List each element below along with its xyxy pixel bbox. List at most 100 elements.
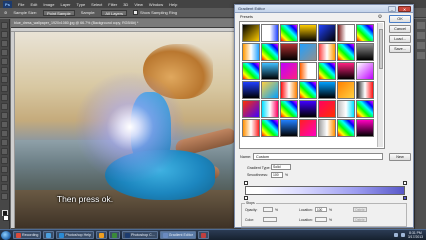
blur-tool-icon[interactable]: [1, 130, 8, 137]
eyedropper-tool-icon[interactable]: [1, 67, 8, 74]
gradient-preset-swatch[interactable]: [299, 100, 317, 118]
healing-tool-icon[interactable]: [1, 76, 8, 83]
opacity-stop-left[interactable]: [244, 181, 248, 185]
gradient-preset-swatch[interactable]: [318, 100, 336, 118]
smoothness-input[interactable]: 100: [271, 172, 283, 178]
gradient-preset-swatch[interactable]: [242, 62, 260, 80]
gradient-preset-swatch[interactable]: [356, 24, 374, 42]
gradient-preset-swatch[interactable]: [280, 62, 298, 80]
menu-3d[interactable]: 3D: [123, 2, 128, 7]
load-button[interactable]: Load...: [389, 35, 411, 43]
presets-scrollbar[interactable]: [377, 23, 383, 147]
gradient-preset-swatch[interactable]: [242, 100, 260, 118]
gradient-preset-swatch[interactable]: [242, 119, 260, 137]
taskbar-button[interactable]: Gradient Editor: [159, 231, 196, 239]
brush-tool-icon[interactable]: [1, 85, 8, 92]
menu-help[interactable]: Help: [169, 2, 177, 7]
gradient-preset-swatch[interactable]: [337, 100, 355, 118]
menu-window[interactable]: Window: [149, 2, 163, 7]
sample-select[interactable]: All Layers: [101, 9, 127, 16]
adjustments-panel-icon[interactable]: [416, 42, 425, 49]
show-sampling-ring-checkbox[interactable]: [132, 10, 138, 16]
lasso-tool-icon[interactable]: [1, 40, 8, 47]
gradient-preset-swatch[interactable]: [280, 81, 298, 99]
type-tool-icon[interactable]: [1, 157, 8, 164]
volume-icon[interactable]: [400, 233, 405, 237]
menu-layer[interactable]: Layer: [60, 2, 70, 7]
taskbar-button[interactable]: [43, 231, 55, 239]
opacity-input[interactable]: [263, 207, 273, 212]
marquee-tool-icon[interactable]: [1, 31, 8, 38]
gradient-preset-swatch[interactable]: [299, 62, 317, 80]
gradient-preset-swatch[interactable]: [299, 119, 317, 137]
gradient-preset-swatch[interactable]: [299, 43, 317, 61]
gradient-preset-swatch[interactable]: [337, 24, 355, 42]
color-panel-icon[interactable]: [416, 22, 425, 29]
gradient-preset-swatch[interactable]: [242, 81, 260, 99]
pen-tool-icon[interactable]: [1, 148, 8, 155]
layers-panel-icon[interactable]: [416, 52, 425, 59]
taskbar-button[interactable]: [95, 231, 107, 239]
name-input[interactable]: Custom: [253, 153, 383, 160]
start-button-icon[interactable]: [1, 230, 11, 240]
menu-type[interactable]: Type: [77, 2, 86, 7]
menu-edit[interactable]: Edit: [30, 2, 37, 7]
presets-scroll-thumb[interactable]: [379, 29, 383, 69]
gradient-preset-swatch[interactable]: [356, 100, 374, 118]
gradient-preset-swatch[interactable]: [261, 62, 279, 80]
menu-file[interactable]: File: [18, 2, 24, 7]
gradient-preset-swatch[interactable]: [318, 43, 336, 61]
gradient-preset-swatch[interactable]: [337, 119, 355, 137]
history-brush-tool-icon[interactable]: [1, 103, 8, 110]
taskbar-button[interactable]: Photoshop Help: [56, 231, 94, 239]
gradient-preset-swatch[interactable]: [337, 62, 355, 80]
gradient-tool-icon[interactable]: [1, 121, 8, 128]
gradient-preset-swatch[interactable]: [280, 43, 298, 61]
gradient-preset-swatch[interactable]: [242, 24, 260, 42]
menu-image[interactable]: Image: [43, 2, 54, 7]
taskbar-button[interactable]: [197, 231, 209, 239]
close-icon[interactable]: ✕: [398, 6, 411, 12]
gradient-preset-swatch[interactable]: [356, 62, 374, 80]
gradient-preset-swatch[interactable]: [356, 119, 374, 137]
sample-size-select[interactable]: Point Sample: [42, 9, 75, 16]
cancel-button[interactable]: Cancel: [389, 25, 411, 33]
color-delete-button[interactable]: Delete: [353, 217, 367, 222]
gradient-preset-swatch[interactable]: [280, 24, 298, 42]
swatches-panel-icon[interactable]: [416, 32, 425, 39]
gradient-preset-swatch[interactable]: [318, 81, 336, 99]
gradient-preset-swatch[interactable]: [299, 24, 317, 42]
gear-icon[interactable]: ⚙: [377, 15, 383, 20]
gradient-preset-swatch[interactable]: [261, 24, 279, 42]
color-swatch-field[interactable]: [263, 217, 277, 222]
hand-tool-icon[interactable]: [1, 184, 8, 191]
taskbar-button[interactable]: Recording: [13, 231, 42, 239]
gradient-preset-swatch[interactable]: [299, 81, 317, 99]
gradient-preset-swatch[interactable]: [318, 24, 336, 42]
gradient-preset-swatch[interactable]: [356, 81, 374, 99]
quick-select-tool-icon[interactable]: [1, 49, 8, 56]
dodge-tool-icon[interactable]: [1, 139, 8, 146]
gradient-preset-swatch[interactable]: [356, 43, 374, 61]
crop-tool-icon[interactable]: [1, 58, 8, 65]
gradient-type-select[interactable]: Solid: [271, 164, 291, 170]
shape-tool-icon[interactable]: [1, 175, 8, 182]
minimize-icon[interactable]: –: [388, 6, 396, 12]
gradient-preset-swatch[interactable]: [242, 43, 260, 61]
gradient-preset-swatch[interactable]: [337, 43, 355, 61]
opacity-location-input[interactable]: 100: [315, 207, 327, 212]
opacity-delete-button[interactable]: Delete: [353, 207, 367, 212]
ok-button[interactable]: OK: [389, 15, 411, 23]
gradient-preset-swatch[interactable]: [280, 100, 298, 118]
new-button[interactable]: New: [389, 153, 411, 161]
gradient-preset-swatch[interactable]: [261, 81, 279, 99]
color-location-input[interactable]: [315, 217, 327, 222]
path-select-tool-icon[interactable]: [1, 166, 8, 173]
document-tab[interactable]: blue_dress_wallpaper_1920x1080.jpg @ 66.…: [11, 19, 241, 28]
gradient-preset-swatch[interactable]: [318, 62, 336, 80]
zoom-tool-icon[interactable]: [1, 193, 8, 200]
clone-stamp-tool-icon[interactable]: [1, 94, 8, 101]
gradient-preset-swatch[interactable]: [318, 119, 336, 137]
document-canvas[interactable]: Then press ok.: [15, 32, 241, 228]
color-stop-left[interactable]: [244, 196, 248, 200]
